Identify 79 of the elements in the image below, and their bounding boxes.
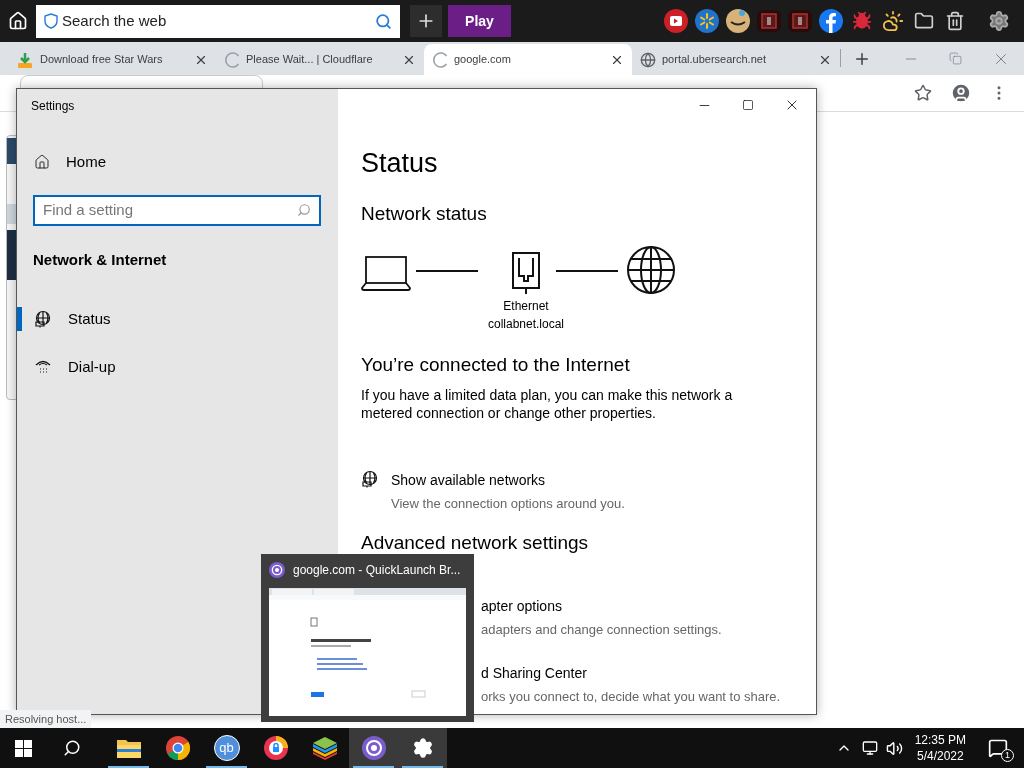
browser-tab[interactable]: google.com: [424, 44, 632, 75]
box-icon[interactable]: [757, 10, 781, 32]
globe-monitor-icon: [361, 469, 379, 488]
tab-title: Download free Star Wars: [40, 52, 164, 68]
spark-icon[interactable]: [695, 9, 719, 33]
facebook-icon[interactable]: [819, 9, 843, 33]
adapter-label: Ethernet: [503, 298, 549, 315]
web-search-field[interactable]: Search the web: [36, 4, 400, 38]
bug-icon[interactable]: [852, 11, 872, 31]
link-description: adapters and change connection settings.: [481, 620, 723, 639]
running-indicator: [402, 766, 443, 768]
settings-link[interactable]: d Sharing Center: [481, 663, 816, 684]
add-button[interactable]: [410, 5, 442, 37]
laptop-icon: [361, 255, 411, 291]
taskbar-app-button[interactable]: [349, 728, 398, 768]
video-icon[interactable]: [664, 9, 688, 33]
page-title: Status: [361, 147, 439, 180]
link-description: orks you connect to, decide what you want to share.: [481, 688, 782, 706]
globe-icon: [640, 51, 656, 68]
clock[interactable]: 12:35 PM 5/4/2022: [914, 732, 966, 764]
find-setting-field[interactable]: Find a setting: [33, 194, 321, 226]
network-label: collabnet.local: [487, 316, 565, 333]
home-icon: [34, 154, 50, 171]
running-indicator: [206, 766, 247, 768]
globe-monitor-icon: [34, 310, 52, 328]
loading-spinner-icon: [432, 51, 448, 68]
subheading: Network status: [361, 201, 488, 226]
tab-title: portal.ubersearch.net: [662, 52, 767, 68]
search-icon[interactable]: [63, 739, 81, 757]
status-bubble: Resolving host...: [0, 709, 92, 728]
new-tab-icon[interactable]: [853, 50, 871, 68]
search-input[interactable]: Search the web: [62, 9, 375, 33]
smile-icon[interactable]: [726, 9, 750, 33]
shield-icon: [44, 13, 58, 29]
weather-icon[interactable]: [882, 10, 904, 32]
volume-icon[interactable]: [885, 739, 903, 757]
window-title: Settings: [31, 98, 76, 115]
layered-stack-icon: [311, 736, 338, 760]
search-icon: [297, 203, 311, 217]
home-icon[interactable]: [8, 11, 28, 31]
tab-title: Please Wait... | Cloudflare: [246, 52, 374, 68]
settings-icon: [411, 737, 434, 759]
find-setting-input[interactable]: Find a setting: [43, 198, 297, 222]
settings-link[interactable]: apter options: [481, 595, 816, 617]
preview-title: google.com - QuickLaunch Br...: [293, 562, 461, 579]
taskbar-app-button[interactable]: [398, 728, 447, 768]
tab-title: google.com: [454, 52, 512, 68]
network-icon[interactable]: [861, 740, 878, 756]
section-heading: Advanced network settings: [361, 531, 590, 555]
download-icon: [16, 50, 34, 69]
connection-description: If you have a limited data plan, you can make this network a metered connection or change other properties.: [361, 385, 734, 422]
globe-icon: [626, 245, 676, 295]
folder-icon[interactable]: [914, 11, 934, 31]
chrome-icon: [165, 736, 190, 760]
box-icon[interactable]: [788, 10, 812, 32]
home-nav-item[interactable]: Home: [17, 151, 338, 174]
loading-spinner-icon: [224, 51, 240, 68]
folder-icon: [116, 738, 141, 758]
settings-icon[interactable]: [988, 10, 1010, 32]
maximize-icon[interactable]: [742, 99, 754, 111]
windows-start-icon[interactable]: [15, 739, 32, 757]
nav-item[interactable]: Dial-up: [17, 355, 338, 379]
ethernet-port-icon: [512, 250, 540, 294]
profile-icon[interactable]: [950, 82, 972, 104]
notification-count: 1: [1001, 749, 1014, 762]
quicklaunch-icon: [361, 736, 386, 760]
shield-lock-icon: [263, 736, 288, 760]
running-indicator: [353, 766, 394, 768]
section-heading: Network & Internet: [33, 249, 168, 270]
play-button[interactable]: Play: [448, 5, 511, 37]
qbittorrent-icon: qb: [213, 735, 240, 761]
running-indicator: [108, 766, 149, 768]
connection-heading: You’re connected to the Internet: [361, 353, 631, 377]
settings-link[interactable]: Show available networks: [391, 469, 625, 491]
bookmark-star-icon[interactable]: [914, 84, 932, 102]
dial-up-icon: [34, 359, 52, 375]
quicklaunch-icon: [269, 562, 285, 578]
link-description: View the connection options around you.: [391, 494, 625, 513]
trash-icon[interactable]: [945, 11, 965, 31]
